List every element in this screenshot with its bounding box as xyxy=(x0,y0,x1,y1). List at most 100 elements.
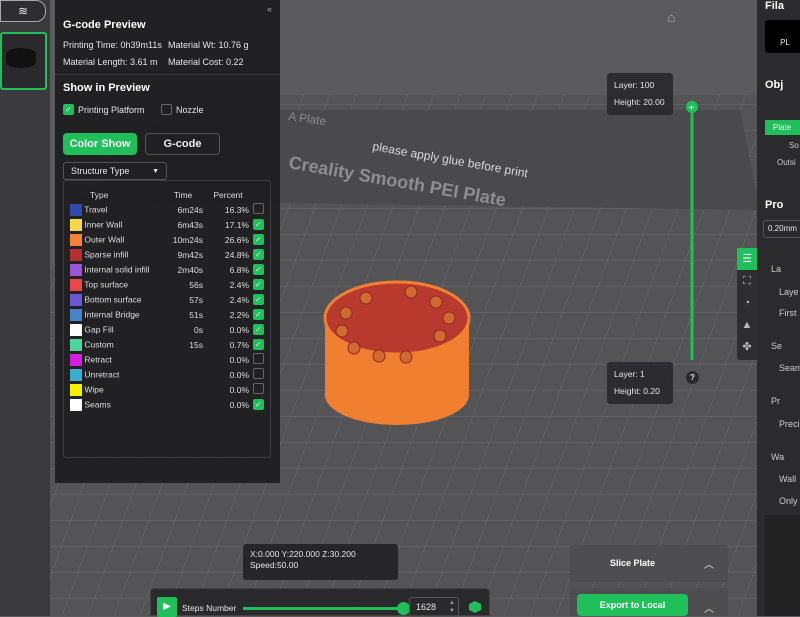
visibility-checkbox[interactable] xyxy=(253,383,264,394)
type-cell: Seams xyxy=(70,397,163,412)
color-show-button[interactable]: Color Show xyxy=(63,133,137,155)
right-panel: Fila PL Obj Plate So Outsi Pro 0.20mm La… xyxy=(757,0,800,616)
color-swatch xyxy=(70,203,82,216)
percent-cell: 6.8% xyxy=(229,264,249,275)
type-cell: Wipe xyxy=(70,382,163,397)
object-item[interactable]: So xyxy=(789,141,799,150)
visibility-checkbox-checked[interactable]: ✓ xyxy=(253,264,264,275)
legend-row: Sparse infill 9m42s 24.8% ✓ xyxy=(70,247,264,262)
header-time: Time xyxy=(173,189,193,200)
layer-height-preset[interactable]: 0.20mm xyxy=(763,220,800,238)
color-swatch xyxy=(70,323,82,336)
setting-label: Laye xyxy=(779,287,799,297)
support-icon[interactable]: ▲ xyxy=(737,314,757,336)
color-swatch xyxy=(70,263,82,276)
spinner-icon[interactable]: ▲ ▼ xyxy=(449,599,455,615)
type-cell: Internal solid infill xyxy=(70,262,163,277)
play-icon[interactable]: ▶ xyxy=(157,597,177,617)
section-precision: Pr xyxy=(771,396,780,406)
time-cell xyxy=(163,397,203,412)
setting-label: Only xyxy=(779,496,798,506)
visibility-checkbox-checked[interactable]: ✓ xyxy=(253,339,264,350)
type-cell: Unretract xyxy=(70,367,163,382)
setting-label: Preci xyxy=(779,419,800,429)
setting-label: Wall xyxy=(779,474,797,484)
export-to-local-button[interactable]: Export to Local xyxy=(577,594,688,616)
collapse-icon[interactable]: « xyxy=(267,4,272,14)
layer-tool-icon[interactable]: ☰ xyxy=(737,248,757,270)
visibility-checkbox[interactable] xyxy=(253,203,264,214)
settings-hex-icon[interactable] xyxy=(469,601,481,613)
structure-type-select[interactable]: Structure Type ▼ xyxy=(63,162,167,180)
type-label: Seams xyxy=(84,398,111,409)
show-in-preview-heading: Show in Preview xyxy=(63,82,150,94)
percent-cell: 24.8% xyxy=(224,249,249,260)
object-item[interactable]: Outsi xyxy=(777,158,796,167)
visibility-checkbox[interactable] xyxy=(253,368,264,379)
section-layers: La xyxy=(771,264,782,274)
legend-row: Travel 6m24s 16.3% xyxy=(70,202,264,217)
type-label: Internal solid infill xyxy=(84,263,150,274)
type-label: Bottom surface xyxy=(84,293,142,304)
visibility-checkbox-checked[interactable]: ✓ xyxy=(253,324,264,335)
color-swatch xyxy=(70,383,82,396)
type-label: Inner Wall xyxy=(84,218,123,229)
chevron-up-icon[interactable]: ︿ xyxy=(704,556,714,571)
visibility-checkbox-checked[interactable]: ✓ xyxy=(253,309,264,320)
percent-cell: 16.3% xyxy=(224,204,249,215)
layer-number: Layer: 1 xyxy=(614,369,645,379)
legend-row: Bottom surface 57s 2.4% ✓ xyxy=(70,292,264,307)
visibility-checkbox-checked[interactable]: ✓ xyxy=(253,234,264,245)
percent-cell: 26.6% xyxy=(224,234,249,245)
time-cell: 2m40s xyxy=(177,264,203,275)
visibility-checkbox[interactable] xyxy=(253,353,264,364)
color-swatch xyxy=(70,308,82,321)
time-cell: 6m43s xyxy=(177,219,203,230)
percent-cell: 2.4% xyxy=(229,279,249,290)
speed-gauge-icon[interactable]: ◔ xyxy=(737,292,757,314)
type-label: Top surface xyxy=(84,278,129,289)
time-cell: 51s xyxy=(189,309,203,320)
slice-plate-button[interactable]: Slice Plate xyxy=(610,558,655,568)
unchecked-box-icon xyxy=(161,104,172,115)
time-cell xyxy=(163,382,203,397)
visibility-checkbox-checked[interactable]: ✓ xyxy=(253,399,264,410)
speed: Speed:50.00 xyxy=(250,560,299,570)
legend-row: Internal Bridge 51s 2.2% ✓ xyxy=(70,307,264,322)
help-icon[interactable]: ? xyxy=(686,371,699,384)
chevron-up-icon[interactable]: ︿ xyxy=(704,600,714,615)
material-weight: Material Wt: 10.76 g xyxy=(168,40,249,50)
time-cell xyxy=(163,352,203,367)
filament-heading: Fila xyxy=(765,0,784,12)
type-label: Wipe xyxy=(84,383,104,394)
object-item-plate[interactable]: Plate xyxy=(765,120,800,135)
layer-number: Layer: 100 xyxy=(614,80,655,90)
caret-down-icon: ▼ xyxy=(152,167,159,175)
time-cell: 6m24s xyxy=(177,204,203,215)
nozzle-checkbox[interactable]: Nozzle xyxy=(161,104,204,115)
time-cell: 57s xyxy=(189,294,203,305)
visibility-checkbox-checked[interactable]: ✓ xyxy=(253,219,264,230)
type-cell: Custom xyxy=(70,337,163,352)
steps-slider[interactable] xyxy=(243,602,410,615)
steps-input[interactable]: 1628 ▲ ▼ xyxy=(409,597,459,617)
legend-row: Retract 0.0% xyxy=(70,352,264,367)
section-seam: Se xyxy=(771,341,783,351)
layers-button[interactable]: ≋ xyxy=(0,0,46,22)
gcode-preview-panel: « G-code Preview Printing Time: 0h39m11s… xyxy=(55,0,280,483)
visibility-checkbox-checked[interactable]: ✓ xyxy=(253,249,264,260)
plate-thumbnail[interactable] xyxy=(0,32,47,90)
visibility-checkbox-checked[interactable]: ✓ xyxy=(253,279,264,290)
frame-icon[interactable]: ⛶ xyxy=(737,270,757,292)
setting-label: First xyxy=(779,308,797,318)
visibility-checkbox-checked[interactable]: ✓ xyxy=(253,294,264,305)
printing-platform-checkbox[interactable]: ✓ Printing Platform xyxy=(63,104,145,115)
legend-row: Outer Wall 10m24s 26.6% ✓ xyxy=(70,232,264,247)
clover-icon[interactable]: ✤ xyxy=(737,336,757,358)
header-percent: Percent xyxy=(213,189,243,200)
gcode-button[interactable]: G-code xyxy=(145,133,220,155)
filament-slot[interactable]: PL xyxy=(765,20,800,53)
export-panel: Export to Local ︿ xyxy=(570,588,728,616)
type-cell: Outer Wall xyxy=(70,232,163,247)
time-cell: 0s xyxy=(194,324,203,335)
